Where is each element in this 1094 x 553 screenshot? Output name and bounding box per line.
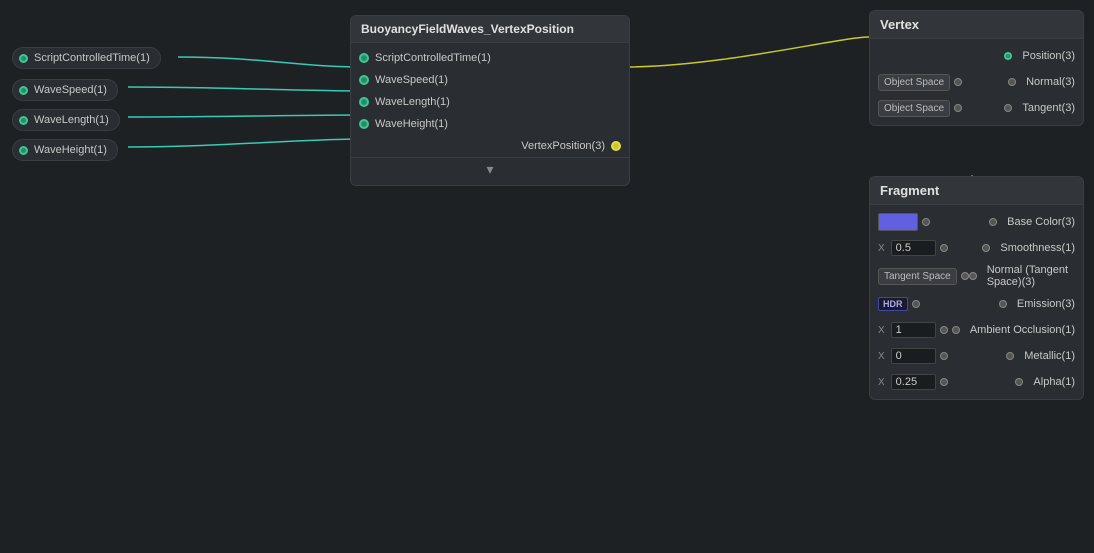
center-node-title: BuoyancyFieldWaves_VertexPosition [351, 16, 629, 43]
alpha-input[interactable] [891, 374, 936, 390]
input-pill-sci: ScriptControlledTime(1) [12, 47, 161, 69]
emission-in-port [912, 300, 920, 308]
ao-out-port [952, 326, 960, 334]
port-wl [19, 116, 28, 125]
emission-label: Emission(3) [1017, 298, 1075, 310]
right-panel: Vertex Position(3) Object Space [869, 10, 1084, 406]
alpha-label: Alpha(1) [1033, 376, 1075, 388]
ao-in-port [940, 326, 948, 334]
vertex-row-tangent: Object Space Tangent(3) [870, 95, 1083, 121]
port-in-wh [359, 119, 369, 129]
port-label-wh: WaveHeight(1) [375, 118, 448, 130]
normal-in-port [954, 78, 962, 86]
port-row-ws: WaveSpeed(1) [351, 69, 629, 91]
metallic-in-port [940, 352, 948, 360]
vertex-row-position: Position(3) [870, 43, 1083, 69]
tangent-in-port [954, 104, 962, 112]
metallic-label: Metallic(1) [1024, 350, 1075, 362]
shader-graph-canvas: ScriptControlledTime(1) WaveSpeed(1) Wav… [0, 0, 1094, 553]
tangent-obj-space-btn[interactable]: Object Space [878, 100, 950, 117]
ao-input[interactable] [891, 322, 936, 338]
port-label-wl: WaveLength(1) [375, 96, 450, 108]
label-sci: ScriptControlledTime(1) [34, 52, 150, 64]
basecolor-out-port [989, 218, 997, 226]
smoothness-out-port [982, 244, 990, 252]
port-out-vp [611, 141, 621, 151]
port-label-sci: ScriptControlledTime(1) [375, 52, 491, 64]
fragment-row-normal-tangent: Tangent Space Normal (Tangent Space)(3) [870, 261, 1083, 291]
metallic-out-port [1006, 352, 1014, 360]
fragment-row-ao: X Ambient Occlusion(1) [870, 317, 1083, 343]
alpha-in-port [940, 378, 948, 386]
position-label: Position(3) [1022, 50, 1075, 62]
normal-obj-space-btn[interactable]: Object Space [878, 74, 950, 91]
normaltangent-in-port [961, 272, 969, 280]
input-pill-wl: WaveLength(1) [12, 109, 120, 131]
port-wh [19, 146, 28, 155]
base-color-swatch[interactable] [878, 213, 918, 231]
smoothness-input[interactable] [891, 240, 936, 256]
fragment-panel-title: Fragment [870, 177, 1083, 205]
port-label-vp: VertexPosition(3) [521, 140, 605, 152]
fragment-row-smoothness: X Smoothness(1) [870, 235, 1083, 261]
fragment-panel: Fragment Base Color(3) X [869, 176, 1084, 400]
input-pill-wh: WaveHeight(1) [12, 139, 118, 161]
port-label-ws: WaveSpeed(1) [375, 74, 448, 86]
fragment-row-basecolor: Base Color(3) [870, 209, 1083, 235]
ao-prefix: X [878, 325, 885, 336]
smoothness-label: Smoothness(1) [1000, 242, 1075, 254]
normal-out-port [1008, 78, 1016, 86]
ao-label: Ambient Occlusion(1) [970, 324, 1075, 336]
basecolor-label: Base Color(3) [1007, 216, 1075, 228]
port-row-sci: ScriptControlledTime(1) [351, 47, 629, 69]
fragment-row-emission: HDR Emission(3) [870, 291, 1083, 317]
port-in-wl [359, 97, 369, 107]
hdr-badge: HDR [878, 297, 908, 311]
emission-out-port [999, 300, 1007, 308]
smoothness-prefix: X [878, 243, 885, 254]
port-in-ws [359, 75, 369, 85]
center-node: BuoyancyFieldWaves_VertexPosition Script… [350, 15, 630, 186]
fragment-row-alpha: X Alpha(1) [870, 369, 1083, 395]
basecolor-in-port [922, 218, 930, 226]
metallic-prefix: X [878, 351, 885, 362]
vertex-row-normal: Object Space Normal(3) [870, 69, 1083, 95]
normaltangent-label: Normal (Tangent Space)(3) [987, 264, 1075, 288]
fragment-row-metallic: X Metallic(1) [870, 343, 1083, 369]
center-node-body: ScriptControlledTime(1) WaveSpeed(1) Wav… [351, 43, 629, 185]
port-in-sci [359, 53, 369, 63]
expand-button[interactable]: ▾ [351, 157, 629, 181]
input-pill-ws: WaveSpeed(1) [12, 79, 118, 101]
tangent-space-btn[interactable]: Tangent Space [878, 268, 957, 285]
tangent-out-port [1004, 104, 1012, 112]
label-ws: WaveSpeed(1) [34, 84, 107, 96]
port-ws [19, 86, 28, 95]
port-row-wl: WaveLength(1) [351, 91, 629, 113]
label-wl: WaveLength(1) [34, 114, 109, 126]
smoothness-in-port [940, 244, 948, 252]
position-out-port [1004, 52, 1012, 60]
alpha-prefix: X [878, 377, 885, 388]
vertex-panel: Vertex Position(3) Object Space [869, 10, 1084, 126]
port-row-wh: WaveHeight(1) [351, 113, 629, 135]
normal-label: Normal(3) [1026, 76, 1075, 88]
metallic-input[interactable] [891, 348, 936, 364]
vertex-panel-title: Vertex [870, 11, 1083, 39]
alpha-out-port [1015, 378, 1023, 386]
tangent-label: Tangent(3) [1022, 102, 1075, 114]
normaltangent-out-port [969, 272, 977, 280]
label-wh: WaveHeight(1) [34, 144, 107, 156]
port-sci [19, 54, 28, 63]
port-row-vp: VertexPosition(3) [351, 135, 629, 157]
